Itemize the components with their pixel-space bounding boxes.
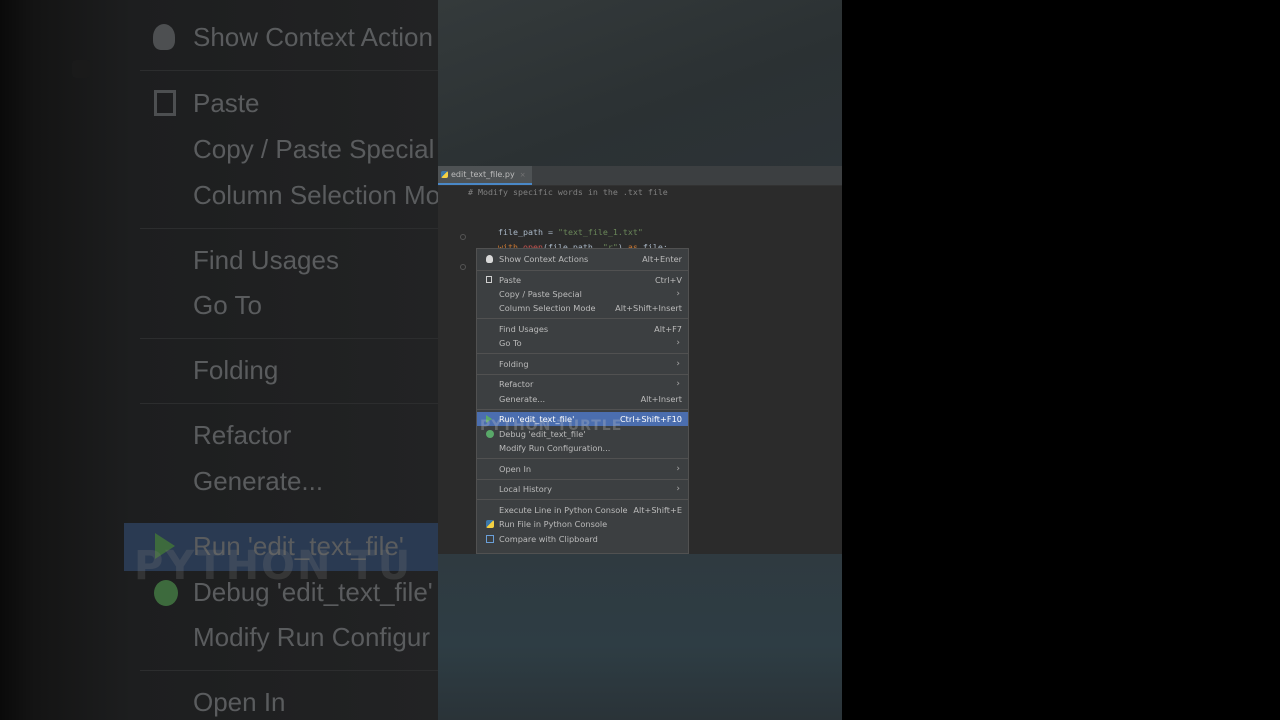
menu-item-shortcut: Alt+F7 [654,324,682,334]
bg-item-generate: Generate... [193,466,324,496]
clipboard-icon [154,90,176,116]
menu-item-shortcut: Alt+Enter [642,254,682,264]
menu-item-shortcut: Alt+Shift+Insert [615,303,682,313]
menu-item-copy-paste-special[interactable]: Copy / Paste Special › [477,287,688,301]
menu-item-label: Paste [499,275,522,285]
menu-separator [477,318,688,319]
menu-item-run-file-python-console[interactable]: Run File in Python Console [477,517,688,531]
bg-item-paste: Paste [193,88,260,118]
python-file-icon [441,171,448,178]
menu-item-run[interactable]: Run 'edit_text_file' Ctrl+Shift+F10 [477,412,688,426]
bg-item-debug: Debug 'edit_text_file' [193,577,433,607]
menu-item-folding[interactable]: Folding › [477,357,688,371]
menu-separator [477,409,688,410]
menu-item-generate[interactable]: Generate... Alt+Insert [477,392,688,406]
menu-item-label: Run File in Python Console [499,519,608,529]
menu-item-execute-line-python-console[interactable]: Execute Line in Python Console Alt+Shift… [477,503,688,517]
debug-icon [486,430,494,438]
menu-item-open-in[interactable]: Open In › [477,462,688,476]
chevron-right-icon: › [676,289,680,299]
menu-item-shortcut: Alt+Shift+E [633,505,682,515]
menu-item-show-context-actions[interactable]: Show Context Actions Alt+Enter [477,252,688,266]
menu-item-label: Show Context Actions [499,254,589,264]
bg-item-show-context-actions: Show Context Action [193,22,433,52]
menu-item-refactor[interactable]: Refactor › [477,377,688,391]
menu-item-shortcut: Ctrl+V [654,275,682,285]
background-right [842,0,1280,720]
code-line-1[interactable]: # Modify specific words in the .txt file [468,187,668,197]
menu-separator [477,353,688,354]
chevron-right-icon: › [676,484,680,494]
menu-item-label: Copy / Paste Special [499,289,582,299]
bg-item-copy-paste-special: Copy / Paste Special [193,134,435,164]
menu-item-debug[interactable]: Debug 'edit_text_file' [477,427,688,441]
menu-item-shortcut: Ctrl+Shift+F10 [619,414,682,424]
bg-item-column-selection: Column Selection Mo [193,180,438,210]
context-menu: Show Context Actions Alt+Enter Paste Ctr… [476,248,689,554]
compare-icon [486,535,494,543]
menu-item-label: Run 'edit_text_file' [499,414,575,424]
backdrop-top [438,0,842,166]
menu-separator [477,479,688,480]
clipboard-icon [486,276,492,283]
menu-item-label: Modify Run Configuration... [499,443,611,453]
bg-separator [140,403,438,404]
menu-item-shortcut: Alt+Insert [640,394,682,404]
fold-marker-icon[interactable] [460,264,466,270]
bg-separator [140,70,438,71]
background-zoom-left: Show Context Action Paste Copy / Paste S… [0,0,438,720]
menu-separator [477,458,688,459]
menu-item-label: Open In [499,464,532,474]
menu-separator [477,270,688,271]
menu-item-go-to[interactable]: Go To › [477,336,688,350]
chevron-right-icon: › [676,359,680,369]
lock-icon [72,60,90,78]
menu-item-label: Local History [499,484,552,494]
menu-item-label: Column Selection Mode [499,303,596,313]
bulb-icon [153,24,175,50]
bg-item-find-usages: Find Usages [193,245,339,275]
menu-item-label: Folding [499,359,529,369]
menu-separator [477,374,688,375]
chevron-right-icon: › [676,379,680,389]
menu-item-label: Generate... [499,394,546,404]
bg-separator [140,228,438,229]
bg-separator [140,338,438,339]
bg-separator [140,670,438,671]
menu-item-find-usages[interactable]: Find Usages Alt+F7 [477,322,688,336]
menu-item-label: Execute Line in Python Console [499,505,628,515]
menu-item-label: Debug 'edit_text_file' [499,429,586,439]
chevron-right-icon: › [676,338,680,348]
menu-item-label: Find Usages [499,324,549,334]
python-icon [486,520,494,528]
menu-item-compare-with-clipboard[interactable]: Compare with Clipboard [477,532,688,546]
menu-item-column-selection-mode[interactable]: Column Selection Mode Alt+Shift+Insert [477,301,688,315]
debug-icon [154,580,178,606]
run-icon [486,415,492,423]
backdrop-bottom [438,554,842,720]
bg-item-folding: Folding [193,355,279,385]
close-icon[interactable]: × [520,171,526,179]
editor-tab-bar: edit_text_file.py × [438,166,842,186]
tab-title: edit_text_file.py [451,170,515,179]
menu-item-local-history[interactable]: Local History › [477,482,688,496]
fold-marker-icon[interactable] [460,234,466,240]
chevron-right-icon: › [676,464,680,474]
menu-item-paste[interactable]: Paste Ctrl+V [477,273,688,287]
bg-item-refactor: Refactor [193,420,292,450]
bulb-icon [486,255,493,263]
menu-separator [477,499,688,500]
menu-item-modify-run-configuration[interactable]: Modify Run Configuration... [477,441,688,455]
menu-item-label: Go To [499,338,522,348]
bg-item-open-in: Open In [193,687,286,717]
bg-item-modify-run: Modify Run Configur [193,622,430,652]
bg-item-go-to: Go To [193,290,262,320]
tab-edit-text-file[interactable]: edit_text_file.py × [438,166,532,185]
menu-item-label: Refactor [499,379,534,389]
menu-item-label: Compare with Clipboard [499,534,598,544]
